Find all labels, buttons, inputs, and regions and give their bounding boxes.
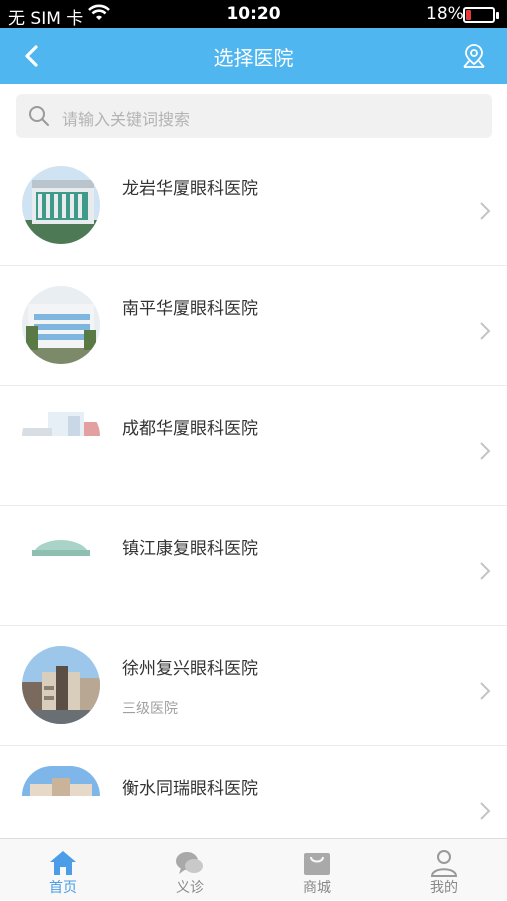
tab-mall[interactable]: 商城	[254, 839, 380, 901]
hospital-level: 三级医院	[122, 701, 178, 717]
hospital-name: 衡水同瑞眼科医院	[122, 779, 258, 799]
tab-mine[interactable]: 我的	[381, 839, 507, 901]
chat-bubble-icon	[176, 852, 203, 874]
tab-home[interactable]: 首页	[0, 839, 126, 901]
tab-clinic[interactable]: 义诊	[127, 839, 253, 901]
location-pin-icon[interactable]	[460, 42, 488, 70]
chevron-right-icon	[480, 322, 491, 340]
user-icon	[430, 850, 458, 877]
search-section: 请输入关键词搜索	[0, 84, 507, 146]
hospital-name: 徐州复兴眼科医院	[122, 659, 258, 679]
battery-percent: 18%	[426, 4, 464, 24]
hospital-photo	[22, 406, 100, 436]
battery-level	[466, 10, 471, 20]
hospital-photo	[22, 526, 100, 556]
tab-label: 首页	[49, 880, 77, 896]
hospital-photo	[22, 166, 100, 244]
tab-label: 商城	[303, 880, 331, 896]
battery-icon	[463, 7, 499, 23]
home-icon	[50, 851, 76, 875]
chevron-right-icon	[480, 682, 491, 700]
navigation-bar: 选择医院	[0, 28, 507, 84]
page-title: 选择医院	[213, 46, 294, 70]
hospital-name: 镇江康复眼科医院	[122, 539, 258, 559]
hospital-item[interactable]: 龙岩华厦眼科医院	[0, 146, 507, 266]
search-icon	[29, 106, 49, 126]
status-bar: 无 SIM 卡 10:20 18%	[0, 0, 507, 29]
hospital-photo	[22, 646, 100, 724]
search-input[interactable]: 请输入关键词搜索	[16, 94, 492, 138]
hospital-item[interactable]: 南平华厦眼科医院	[0, 266, 507, 386]
chevron-right-icon	[480, 202, 491, 220]
tab-label: 我的	[430, 880, 458, 896]
tab-bar: 首页 义诊 商城 我的	[0, 838, 507, 900]
chevron-right-icon	[480, 562, 491, 580]
hospital-name: 成都华厦眼科医院	[122, 419, 258, 439]
hospital-item[interactable]: 成都华厦眼科医院	[0, 386, 507, 506]
hospital-item[interactable]: 徐州复兴眼科医院 三级医院	[0, 626, 507, 746]
chevron-right-icon	[480, 802, 491, 820]
hospital-name: 南平华厦眼科医院	[122, 299, 258, 319]
hospital-item[interactable]: 镇江康复眼科医院	[0, 506, 507, 626]
chevron-right-icon	[480, 442, 491, 460]
hospital-photo	[22, 766, 100, 796]
hospital-photo	[22, 286, 100, 364]
hospital-list: 龙岩华厦眼科医院 南平华厦眼科医院 成都华厦眼科医院 镇江康复眼科医院 徐州复兴…	[0, 146, 507, 866]
shopping-bag-icon	[304, 853, 330, 875]
hospital-name: 龙岩华厦眼科医院	[122, 179, 258, 199]
tab-label: 义诊	[176, 880, 204, 896]
search-placeholder: 请输入关键词搜索	[62, 110, 191, 129]
